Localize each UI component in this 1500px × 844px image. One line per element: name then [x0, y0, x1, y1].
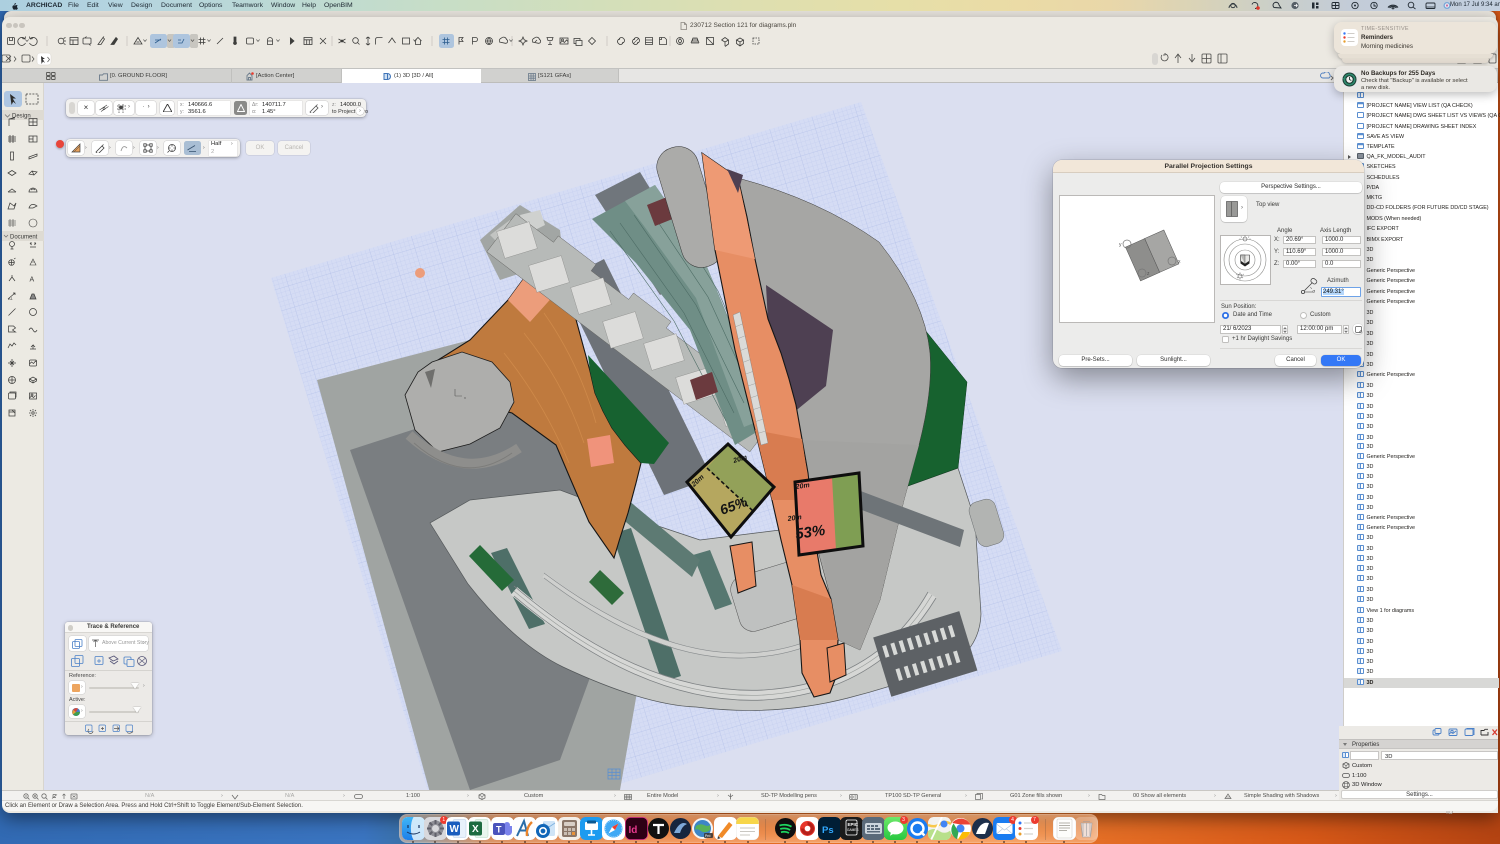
svg-text:y: y: [1119, 242, 1122, 248]
svg-text:Ps: Ps: [822, 825, 834, 836]
svg-text:A1: A1: [8, 296, 14, 301]
svg-text:α: α: [1313, 289, 1316, 294]
svg-text:x: x: [1178, 259, 1181, 265]
svg-text:Pro: Pro: [705, 834, 711, 838]
svg-text:EPIC: EPIC: [847, 822, 858, 827]
svg-text:T: T: [496, 825, 502, 835]
svg-text:GAMES: GAMES: [847, 828, 859, 832]
svg-text:x: x: [464, 395, 466, 400]
svg-text:X: X: [472, 824, 479, 835]
svg-text:Design: Design: [12, 114, 31, 120]
svg-text:W: W: [450, 824, 460, 835]
svg-text:A: A: [30, 277, 35, 284]
svg-text:Document: Document: [10, 235, 38, 241]
svg-text:Id: Id: [628, 825, 637, 836]
